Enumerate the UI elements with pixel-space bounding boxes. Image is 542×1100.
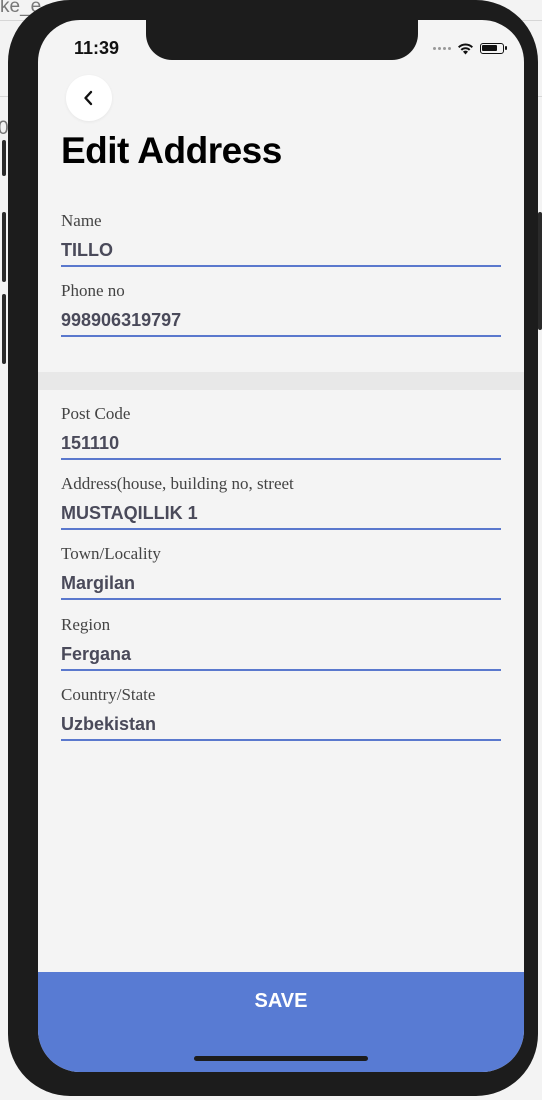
mute-switch xyxy=(2,140,6,176)
power-button xyxy=(538,212,542,330)
notch xyxy=(146,20,418,60)
input-underline xyxy=(61,669,501,671)
section-divider xyxy=(38,372,524,390)
field-label: Region xyxy=(61,615,111,634)
back-button[interactable] xyxy=(66,75,112,121)
town-field[interactable]: Town/Locality Margilan xyxy=(61,543,501,600)
post-code-input[interactable]: 151110 xyxy=(61,431,501,455)
volume-down-button xyxy=(2,294,6,364)
status-icons xyxy=(433,42,507,55)
country-field[interactable]: Country/State Uzbekistan xyxy=(61,684,501,741)
volume-up-button xyxy=(2,212,6,282)
input-underline xyxy=(61,458,501,460)
region-field[interactable]: Region Fergana xyxy=(61,614,501,671)
input-underline xyxy=(61,265,501,267)
town-input[interactable]: Margilan xyxy=(61,571,501,595)
chevron-left-icon xyxy=(84,90,93,106)
save-button[interactable]: SAVE xyxy=(38,972,524,1072)
field-label: Name xyxy=(61,211,102,230)
post-code-field[interactable]: Post Code 151110 xyxy=(61,403,501,460)
wifi-icon xyxy=(458,43,473,55)
country-input[interactable]: Uzbekistan xyxy=(61,712,501,736)
input-underline xyxy=(61,335,501,337)
home-indicator xyxy=(194,1056,368,1061)
page-title: Edit Address xyxy=(61,130,282,171)
region-input[interactable]: Fergana xyxy=(61,642,501,666)
signal-icon xyxy=(433,47,451,50)
field-label: Phone no xyxy=(61,281,125,300)
battery-icon xyxy=(480,43,507,54)
address-input[interactable]: MUSTAQILLIK 1 xyxy=(61,501,501,525)
input-underline xyxy=(61,739,501,741)
input-underline xyxy=(61,528,501,530)
field-label: Country/State xyxy=(61,685,156,704)
app-screen: 11:39 Edit Address Name TILLO Phone no 9… xyxy=(38,20,524,1072)
name-field[interactable]: Name TILLO xyxy=(61,210,501,267)
phone-frame: 11:39 Edit Address Name TILLO Phone no 9… xyxy=(2,0,542,1096)
save-button-label: SAVE xyxy=(254,990,308,1012)
phone-field[interactable]: Phone no 998906319797 xyxy=(61,280,501,337)
status-time: 11:39 xyxy=(74,38,120,58)
phone-input[interactable]: 998906319797 xyxy=(61,308,501,332)
field-label: Post Code xyxy=(61,404,131,423)
address-field[interactable]: Address(house, building no, street MUSTA… xyxy=(61,473,501,530)
input-underline xyxy=(61,598,501,600)
name-input[interactable]: TILLO xyxy=(61,238,501,262)
field-label: Address(house, building no, street xyxy=(61,474,294,493)
field-label: Town/Locality xyxy=(61,544,161,563)
